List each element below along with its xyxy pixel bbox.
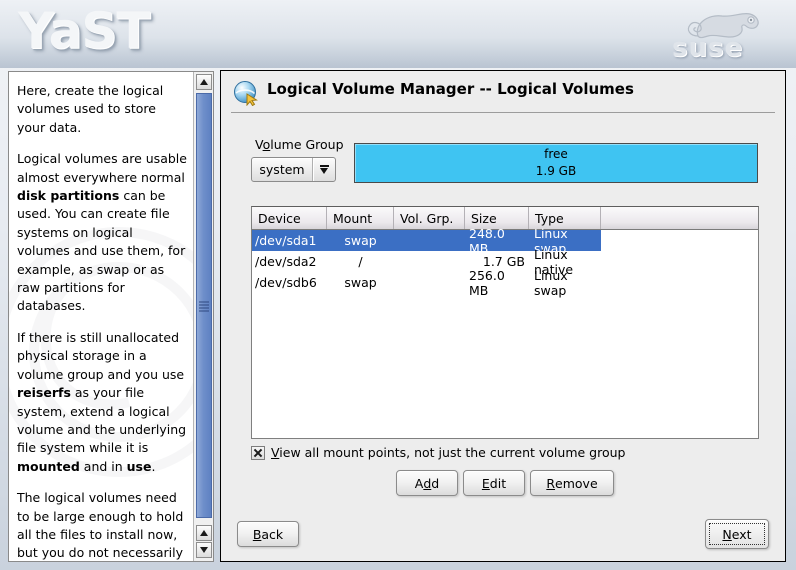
term-disk-partitions: disk partitions <box>17 188 120 204</box>
scroll-down-button[interactable] <box>196 542 212 558</box>
volume-group-label: Volume Group <box>255 137 344 152</box>
dialog-header: Logical Volume Manager -- Logical Volume… <box>221 71 785 113</box>
suse-wordmark: suse <box>672 33 744 63</box>
term-reiserfs: reiserfs <box>17 385 71 401</box>
help-scrollbar[interactable] <box>193 72 213 561</box>
header-divider <box>231 112 775 113</box>
page-title: Logical Volume Manager -- Logical Volume… <box>267 80 634 98</box>
cell-mount: / <box>358 254 363 269</box>
accelerator-char: o <box>262 137 271 152</box>
help-text: Here, create the logical volumes used to… <box>9 72 193 561</box>
arrow-up-icon <box>200 79 208 85</box>
term-mounted: mounted <box>17 458 80 474</box>
next-button-focus-ring[interactable]: Next <box>709 523 765 545</box>
cell-device: /dev/sda1 <box>255 233 317 248</box>
cell-size: 256.0 MB <box>469 267 505 298</box>
x-mark-icon[interactable] <box>251 445 265 460</box>
table-row[interactable]: /dev/sdb6 swap 256.0 MB Linux swap <box>252 267 758 298</box>
free-space-name: free <box>544 147 568 161</box>
remove-button[interactable]: Remove <box>530 470 614 496</box>
cell-mount: swap <box>344 233 377 248</box>
yast-logo: YaST <box>18 2 150 60</box>
arrow-up-icon <box>200 530 208 536</box>
view-all-mount-points-checkbox[interactable]: View all mount points, not just the curr… <box>251 445 625 460</box>
volume-group-combo[interactable]: system <box>251 157 336 182</box>
cell-volgrp <box>394 272 465 293</box>
help-paragraph-4: The logical volumes need to be large eno… <box>17 490 184 561</box>
suse-logo: suse <box>664 6 780 64</box>
cell-device: /dev/sdb6 <box>255 275 317 290</box>
cell-size: 248.0 MB <box>469 225 505 256</box>
term-use: use <box>126 458 152 474</box>
cell-volgrp <box>394 251 465 272</box>
next-button[interactable]: Next <box>705 519 769 549</box>
scroll-up-button-bottom[interactable] <box>196 525 212 541</box>
cell-volgrp <box>394 230 465 251</box>
scrollbar-thumb[interactable] <box>196 93 212 518</box>
cell-mount: swap <box>344 275 377 290</box>
cell-device: /dev/sda2 <box>255 254 317 269</box>
scroll-up-button-top[interactable] <box>196 74 212 90</box>
chevron-down-icon[interactable] <box>312 158 335 181</box>
free-space-size: 1.9 GB <box>535 164 577 178</box>
view-all-mount-points-label: View all mount points, not just the curr… <box>271 445 626 460</box>
lvm-globe-cursor-icon <box>234 81 258 106</box>
column-header-volgrp[interactable]: Vol. Grp. <box>394 207 465 229</box>
add-button[interactable]: Add <box>396 470 458 496</box>
help-paragraph-3: If there is still unallocated physical s… <box>17 329 187 474</box>
back-button[interactable]: Back <box>237 521 299 547</box>
cell-type: Linux swap <box>534 267 568 298</box>
table-row[interactable]: /dev/sda1 swap 248.0 MB Linux swap <box>252 225 758 256</box>
arrow-down-icon <box>200 547 208 553</box>
column-header-device[interactable]: Device <box>252 207 327 229</box>
accelerator-char: V <box>271 445 280 460</box>
logical-volumes-table[interactable]: Device Mount Vol. Grp. Size Type /dev/sd… <box>251 206 759 439</box>
volume-group-value: system <box>259 162 305 177</box>
help-panel: Here, create the logical volumes used to… <box>8 71 214 562</box>
free-space-bar: free 1.9 GB <box>354 143 758 183</box>
edit-button[interactable]: Edit <box>463 470 525 496</box>
lvm-dialog: Logical Volume Manager -- Logical Volume… <box>220 70 786 562</box>
column-header-spacer[interactable] <box>601 207 758 229</box>
grip-lines-icon <box>199 301 209 311</box>
help-paragraph-1: Here, create the logical volumes used to… <box>17 83 164 135</box>
help-paragraph-2: Logical volumes are usable almost everyw… <box>17 151 187 314</box>
column-header-mount[interactable]: Mount <box>327 207 394 229</box>
app-header: YaST suse <box>0 0 796 68</box>
